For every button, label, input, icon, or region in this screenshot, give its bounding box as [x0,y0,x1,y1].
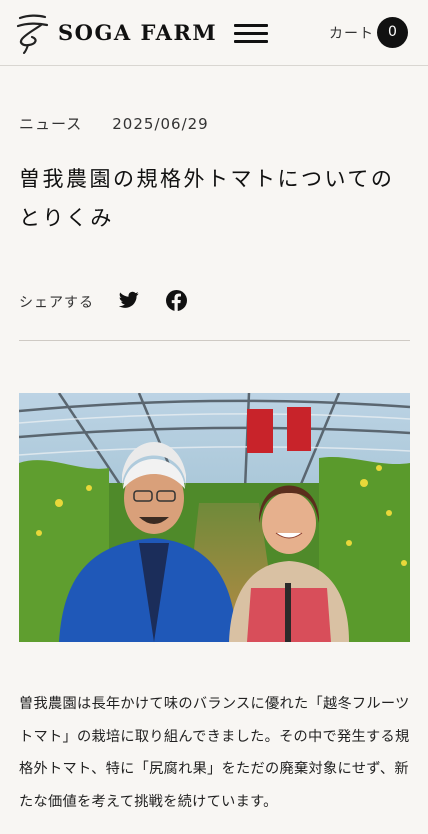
section-divider [19,340,410,341]
cart-link[interactable]: カート [329,23,374,43]
article-body: 曽我農園は長年かけて味のバランスに優れた「越冬フルーツトマト」の栽培に取り組んで… [19,696,410,810]
article-meta: ニュース 2025/06/29 [19,113,209,134]
article-category[interactable]: ニュース [19,115,82,133]
article-title: 曽我農園の規格外トマトについてのとりくみ [19,167,395,230]
article-date: 2025/06/29 [112,115,209,133]
brand-name[interactable]: SOGA FARM [58,20,217,45]
cart-count-badge[interactable]: 0 [377,17,408,48]
site-header: SOGA FARM カート 0 [0,0,428,66]
farmers-photo [19,393,410,642]
soga-farm-logo[interactable] [14,12,50,54]
share-label: シェアする [19,295,94,311]
twitter-icon[interactable] [119,291,139,309]
menu-line [234,24,268,27]
menu-line [234,32,268,35]
menu-line [234,40,268,43]
facebook-icon[interactable] [166,290,187,311]
hamburger-icon[interactable] [234,22,268,44]
